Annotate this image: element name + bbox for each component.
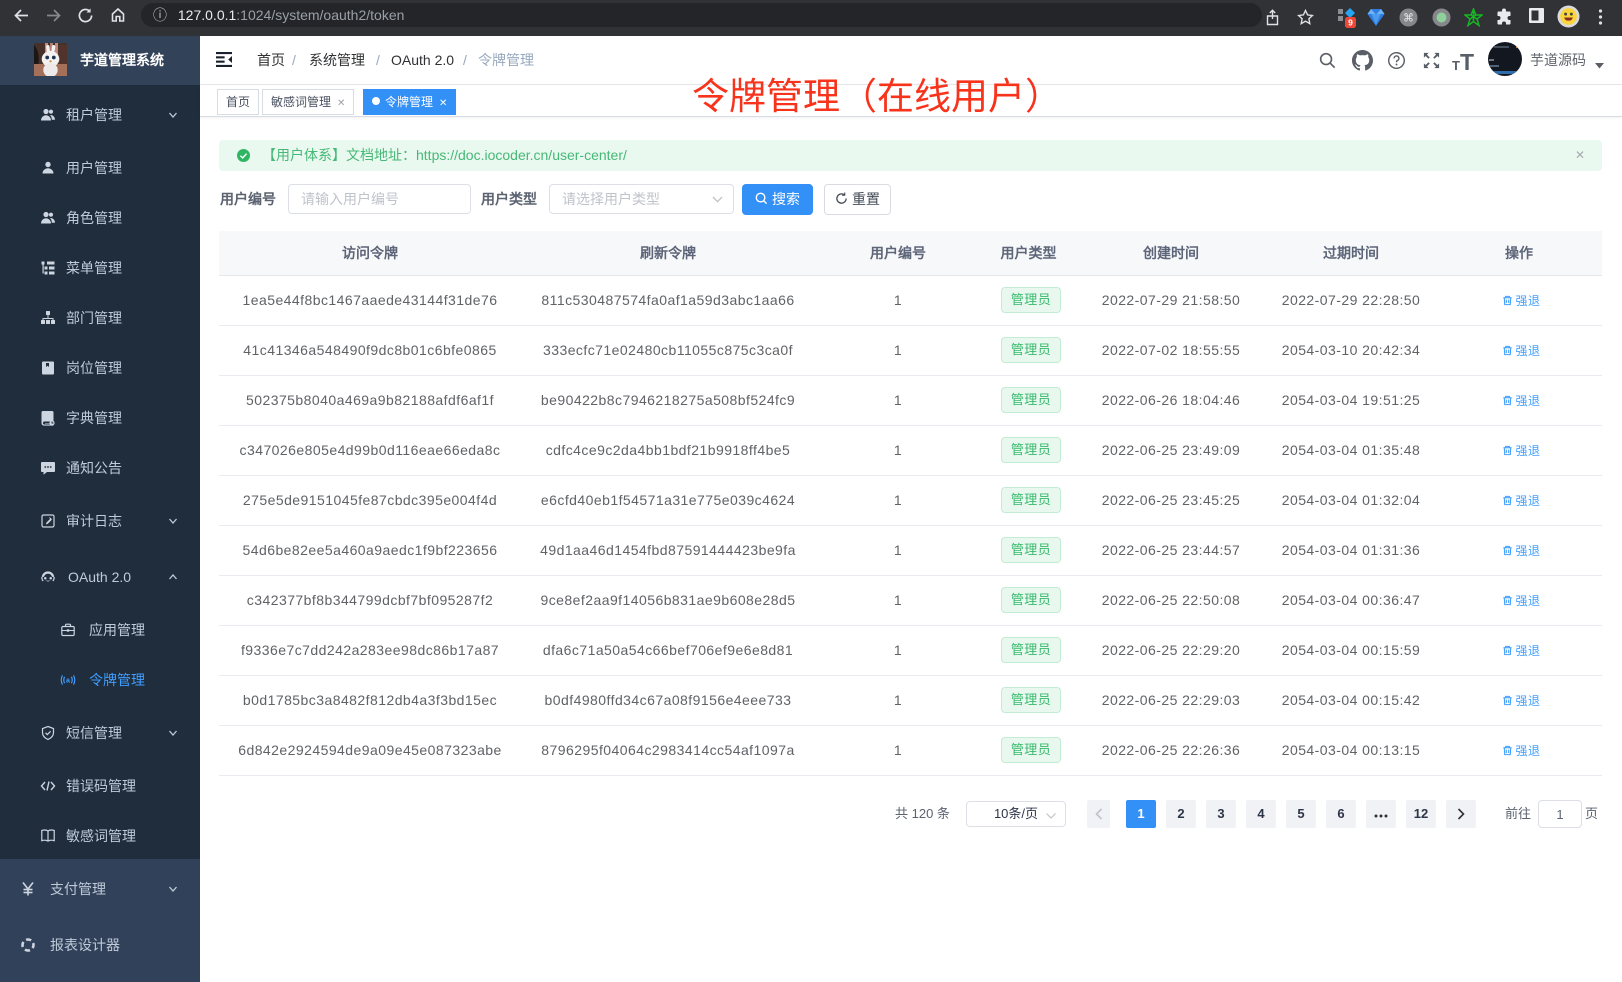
svg-text:⌘: ⌘ <box>1403 13 1414 25</box>
svg-text:a: a <box>66 677 70 684</box>
svg-text:9: 9 <box>1348 18 1353 28</box>
